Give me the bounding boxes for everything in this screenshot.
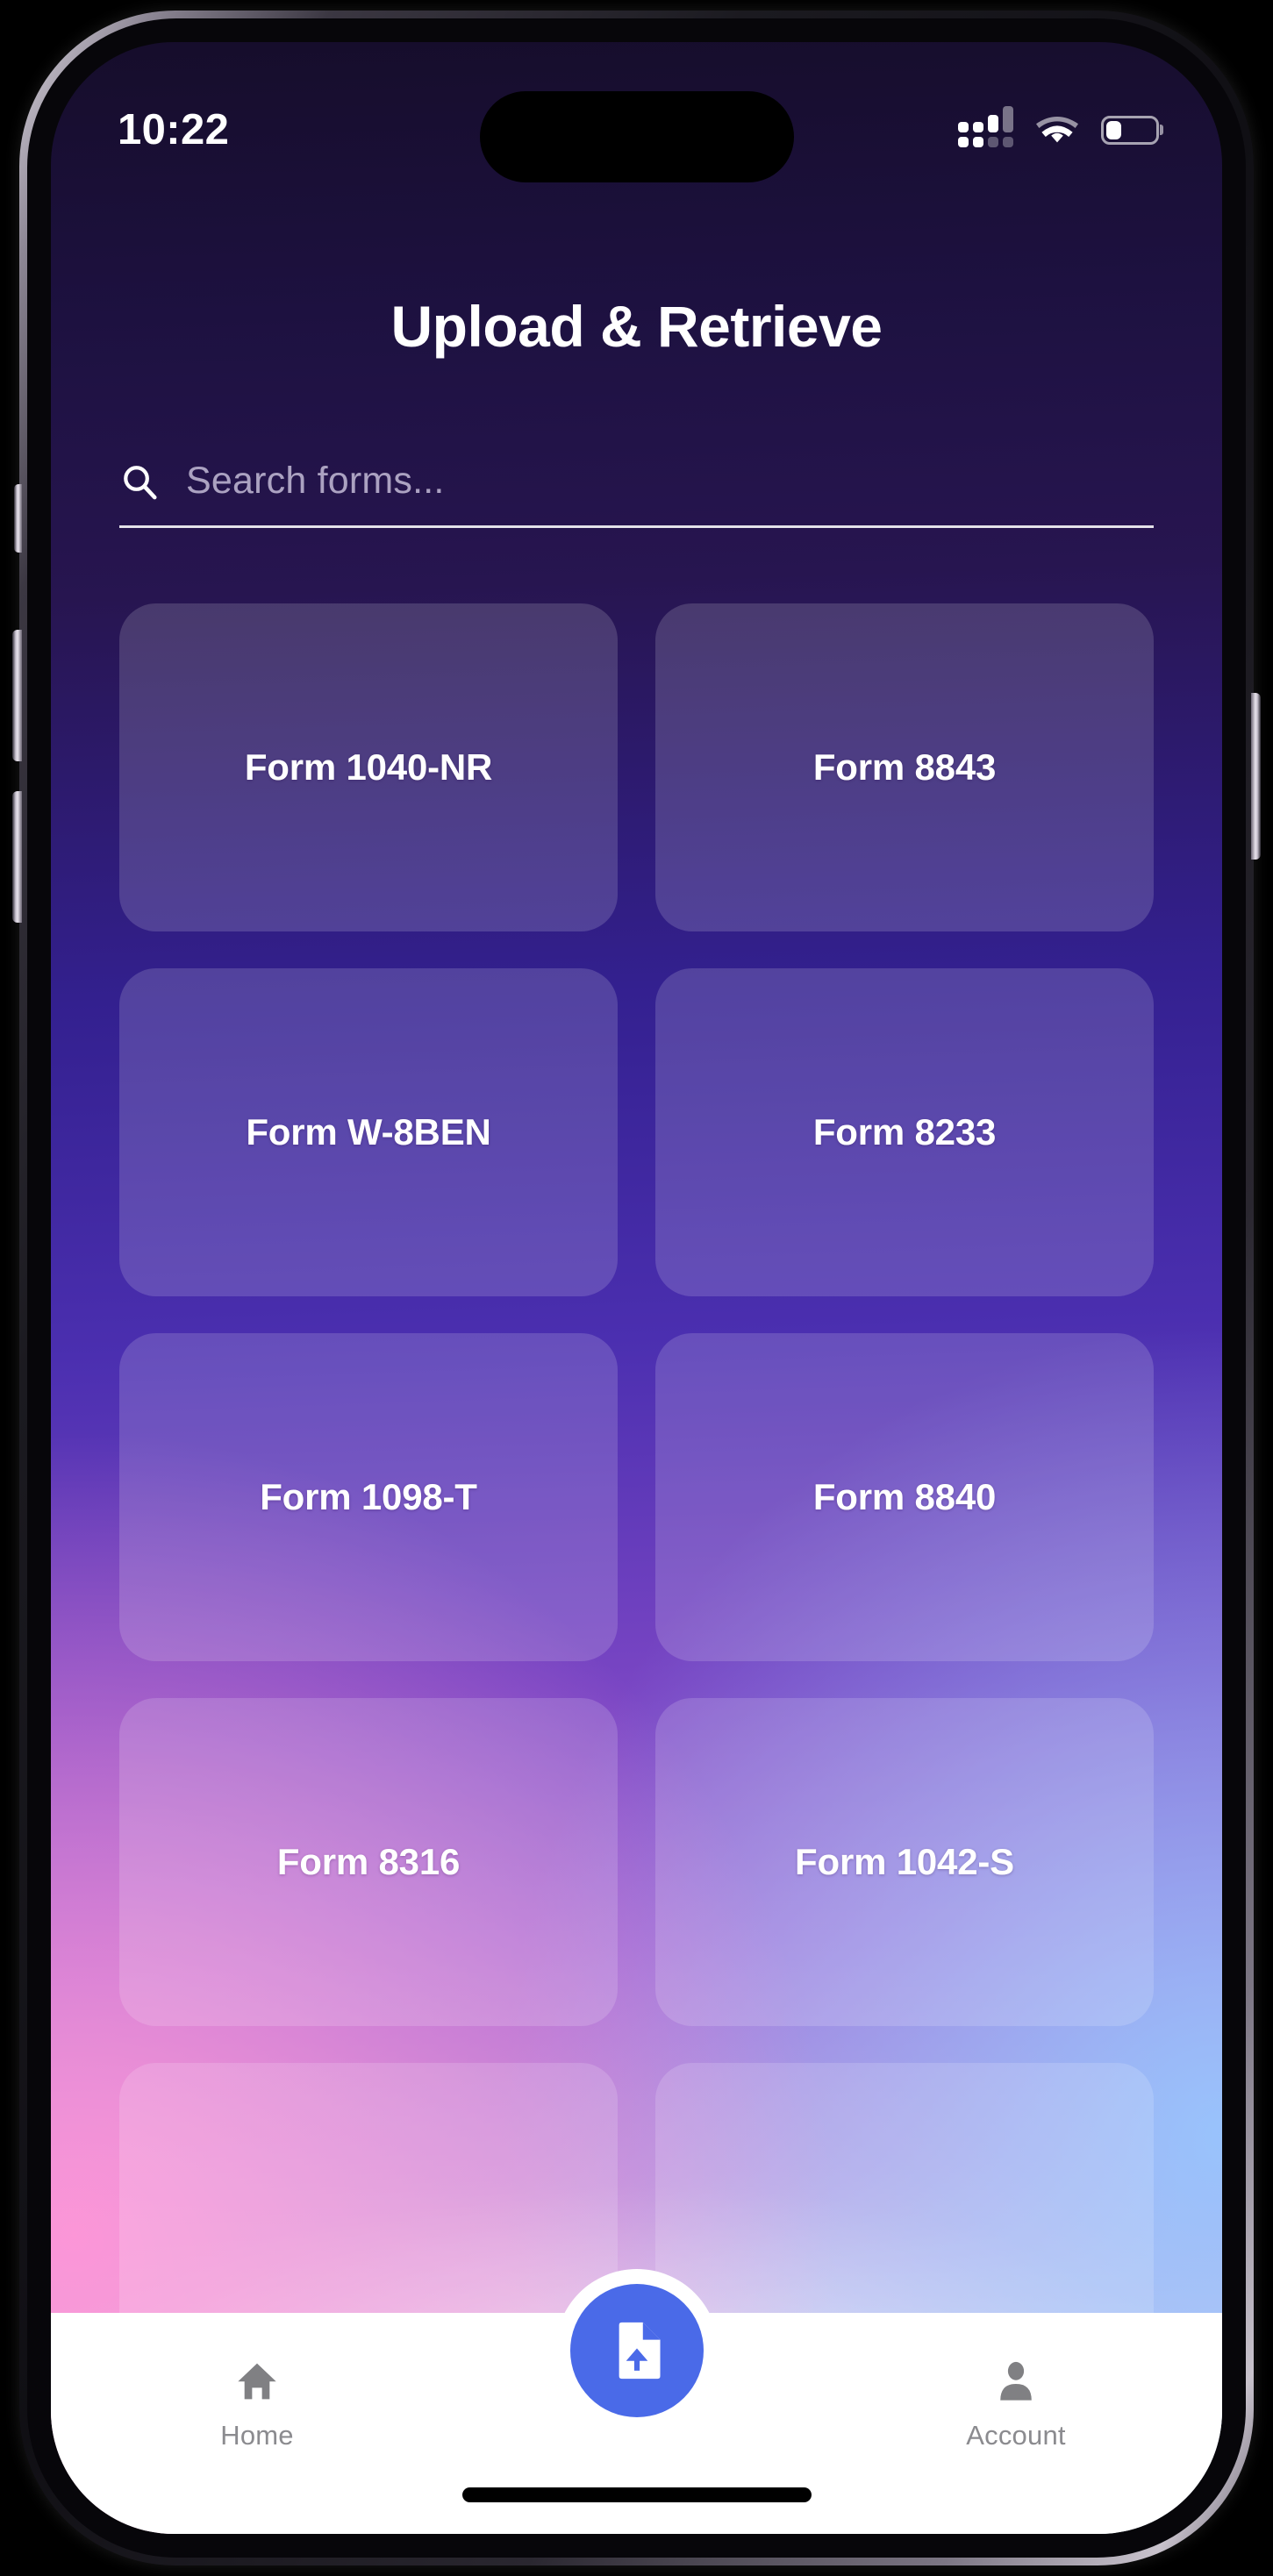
upload-fab-halo (554, 2269, 719, 2432)
form-card-label: Form 8840 (812, 1476, 997, 1517)
file-upload-icon (619, 2322, 661, 2380)
status-bar-icons (958, 106, 1159, 147)
form-card[interactable]: Form 8840 (655, 1333, 1154, 1661)
upload-fab-button[interactable] (569, 2284, 704, 2417)
form-card[interactable]: Form 1098-T (119, 1333, 618, 1661)
nav-label-home: Home (220, 2420, 294, 2451)
form-card-label: Form W-8BEN (246, 1111, 491, 1152)
volume-up-button[interactable] (12, 630, 22, 761)
battery-fill (1106, 120, 1122, 139)
form-card[interactable]: Form 8316 (119, 1698, 618, 2026)
dynamic-island (479, 91, 794, 182)
form-card[interactable]: Form 1042-S (655, 1698, 1154, 2026)
form-card[interactable]: Form 8843 (655, 603, 1154, 931)
phone-screen: 10:22 Upload & Retrieve Search forms... … (51, 42, 1222, 2534)
form-card-label: Form 1042-S (795, 1841, 1014, 1882)
form-card-label: Form 8316 (276, 1841, 461, 1882)
form-card-label: Form 8233 (812, 1111, 997, 1152)
nav-item-home[interactable]: Home (156, 2358, 358, 2451)
form-card-label: Form 8843 (812, 746, 997, 788)
status-bar-time: 10:22 (118, 106, 230, 153)
form-card-label: Form 1098-T (260, 1476, 477, 1517)
search-field[interactable]: Search forms... (119, 460, 1154, 528)
volume-down-button[interactable] (12, 791, 22, 923)
app-content: Upload & Retrieve Search forms... Form 1… (51, 42, 1222, 2534)
home-indicator[interactable] (461, 2487, 812, 2502)
search-icon (124, 465, 157, 499)
form-card-grid: Form 1040-NR Form 8843 Form W-8BEN Form … (119, 603, 1154, 2391)
page-title: Upload & Retrieve (390, 294, 883, 359)
form-card-label: Form 1040-NR (244, 746, 493, 788)
wifi-icon (1036, 117, 1078, 143)
form-card[interactable]: Form 8233 (655, 968, 1154, 1296)
search-input[interactable]: Search forms... (186, 460, 445, 503)
form-card[interactable]: Form 1040-NR (119, 603, 618, 931)
screenshot-stage: 10:22 Upload & Retrieve Search forms... … (0, 0, 1273, 2576)
power-button[interactable] (1251, 693, 1261, 860)
person-icon (1000, 2361, 1032, 2401)
form-card[interactable]: Form W-8BEN (119, 968, 618, 1296)
battery-icon (1101, 115, 1159, 145)
mute-switch-button[interactable] (14, 484, 22, 553)
home-icon (238, 2363, 276, 2400)
cellular-signal-icon (958, 106, 1013, 147)
nav-label-account: Account (966, 2420, 1066, 2451)
nav-item-account[interactable]: Account (915, 2358, 1117, 2451)
